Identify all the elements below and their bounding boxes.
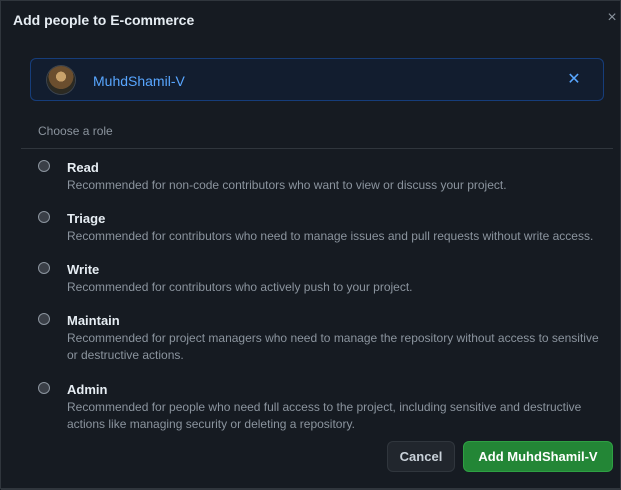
add-people-dialog: Add people to E-commerce × MuhdShamil-V … xyxy=(0,0,621,490)
selected-user-chip: MuhdShamil-V ✕ xyxy=(30,58,604,101)
role-radio-maintain[interactable] xyxy=(38,313,50,325)
role-desc-write: Recommended for contributors who activel… xyxy=(67,280,413,294)
cancel-button[interactable]: Cancel xyxy=(387,441,455,472)
role-name-write: Write xyxy=(67,262,100,277)
role-radio-admin[interactable] xyxy=(38,382,50,394)
role-desc-read: Recommended for non-code contributors wh… xyxy=(67,178,507,192)
role-name-read: Read xyxy=(67,160,99,175)
role-radio-read[interactable] xyxy=(38,160,50,172)
divider xyxy=(21,148,613,149)
role-radio-write[interactable] xyxy=(38,262,50,274)
add-user-button[interactable]: Add MuhdShamil-V xyxy=(463,441,613,472)
role-radio-triage[interactable] xyxy=(38,211,50,223)
selected-user-name: MuhdShamil-V xyxy=(93,73,185,89)
role-desc-maintain: Recommended for project managers who nee… xyxy=(67,331,599,362)
role-desc-triage: Recommended for contributors who need to… xyxy=(67,229,594,243)
role-heading: Choose a role xyxy=(38,124,113,138)
remove-user-icon[interactable]: ✕ xyxy=(564,70,584,90)
role-name-triage: Triage xyxy=(67,211,106,226)
avatar xyxy=(47,66,75,94)
role-desc-admin: Recommended for people who need full acc… xyxy=(67,400,582,431)
role-name-admin: Admin xyxy=(67,382,108,397)
close-icon[interactable]: × xyxy=(604,10,620,26)
dialog-title: Add people to E-commerce xyxy=(13,12,195,28)
role-name-maintain: Maintain xyxy=(67,313,120,328)
